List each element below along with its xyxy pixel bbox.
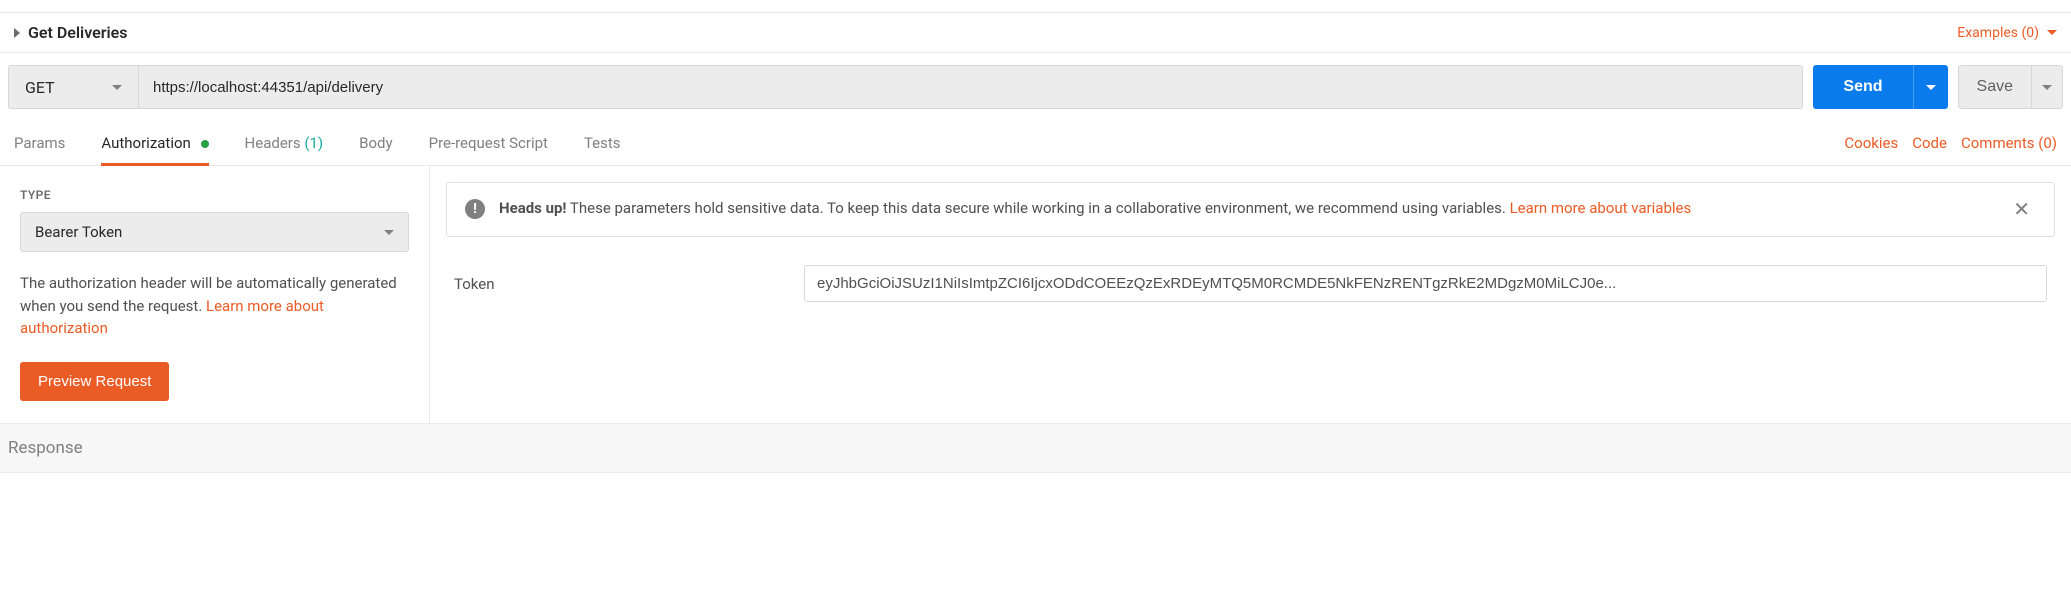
close-icon[interactable]: ✕ [2007,197,2036,222]
url-input[interactable] [138,65,1803,109]
chevron-down-icon [384,230,394,235]
notice-learn-link[interactable]: Learn more about variables [1510,199,1692,217]
tab-authorization-label: Authorization [101,134,190,152]
tab-prerequest[interactable]: Pre-request Script [429,121,548,165]
chevron-down-icon [112,85,122,90]
auth-type-heading: TYPE [20,188,409,202]
comments-link[interactable]: Comments (0) [1961,134,2057,152]
http-method-select[interactable]: GET [8,65,138,109]
caret-right-icon[interactable] [14,28,20,38]
token-label: Token [454,275,764,293]
preview-request-button[interactable]: Preview Request [20,362,169,401]
tab-headers[interactable]: Headers (1) [245,121,324,165]
auth-type-select[interactable]: Bearer Token [20,212,409,252]
chevron-down-icon [2042,85,2052,90]
chevron-down-icon [2047,30,2057,35]
save-dropdown-button[interactable] [2032,65,2063,109]
token-input[interactable] [804,265,2047,302]
notice-body: These parameters hold sensitive data. To… [567,199,1510,217]
chevron-down-icon [1926,85,1936,90]
auth-type-value: Bearer Token [35,223,122,241]
tab-body[interactable]: Body [359,121,392,165]
sensitive-data-notice: ! Heads up! These parameters hold sensit… [446,182,2055,237]
info-icon: ! [465,199,485,219]
send-button[interactable]: Send [1813,65,1912,109]
examples-label: Examples (0) [1957,25,2039,41]
tab-headers-label: Headers [245,134,301,152]
cookies-link[interactable]: Cookies [1844,134,1898,152]
auth-description: The authorization header will be automat… [20,272,409,340]
response-heading: Response [0,423,2071,473]
send-dropdown-button[interactable] [1913,65,1948,109]
examples-dropdown[interactable]: Examples (0) [1957,25,2057,41]
notice-heads-up: Heads up! [499,199,567,217]
request-name: Get Deliveries [28,23,127,42]
tab-headers-count: (1) [304,134,323,152]
tab-tests[interactable]: Tests [584,121,621,165]
status-dot-icon [201,140,209,148]
tab-params[interactable]: Params [14,121,65,165]
save-button[interactable]: Save [1958,65,2032,109]
code-link[interactable]: Code [1912,134,1947,152]
tab-authorization[interactable]: Authorization [101,121,208,165]
http-method-label: GET [25,78,55,97]
